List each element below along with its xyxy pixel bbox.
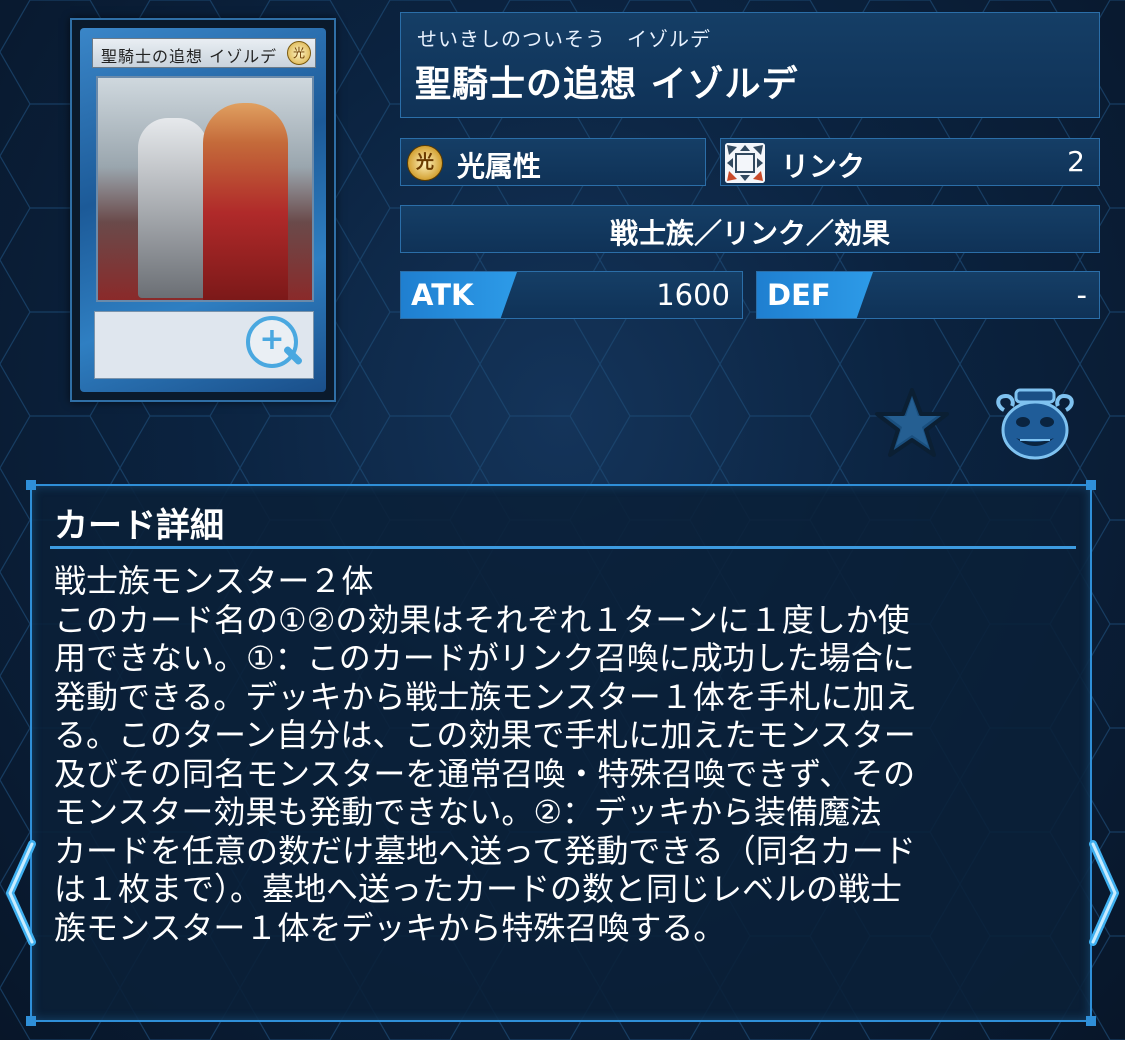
def-value: -	[1076, 278, 1087, 312]
detail-line: 族モンスター１体をデッキから特殊召喚する。	[54, 908, 726, 947]
zoom-in-icon[interactable]: +	[246, 316, 298, 368]
card-image[interactable]: 聖騎士の追想 イゾルデ 光 +	[70, 18, 336, 402]
def-label: DEF	[767, 278, 831, 312]
detail-line: モンスター効果も発動できない。②：デッキから装備魔法	[54, 793, 883, 831]
detail-corner-br	[1086, 1016, 1096, 1026]
atk-label: ATK	[411, 278, 474, 312]
link-panel: リンク 2	[720, 138, 1100, 186]
star-icon[interactable]	[874, 386, 950, 458]
card-name: 聖騎士の追想 イゾルデ	[415, 64, 799, 105]
detail-line: 発動できる。デッキから戦士族モンスター１体を手札に加え	[54, 677, 917, 716]
detail-line: る。このターン自分は、この効果で手札に加えたモンスター	[54, 716, 916, 754]
detail-line: は１枚まで）。墓地へ送ったカードの数と同じレベルの戦士	[54, 870, 903, 908]
detail-divider	[50, 546, 1076, 549]
atk-tag: ATK	[401, 272, 517, 318]
card-detail-panel: カード詳細 戦士族モンスター２体 このカード名の①②の効果はそれぞれ１ターンに１…	[26, 480, 1096, 1026]
detail-line: このカード名の①②の効果はそれぞれ１ターンに１度しか使	[54, 600, 910, 639]
card-ruby: せいきしのついそう イゾルデ	[417, 27, 711, 51]
detail-line: 用できない。①：このカードがリンク召喚に成功した場合に	[54, 639, 915, 677]
detail-line: カードを任意の数だけ墓地へ送って発動できる（同名カード	[54, 831, 916, 870]
card-image-attribute-icon: 光	[287, 41, 311, 65]
artwork-figure-right	[203, 103, 288, 300]
card-image-name: 聖騎士の追想 イゾルデ	[101, 47, 278, 66]
detail-corner-bl	[26, 1016, 36, 1026]
pot-of-greed-icon[interactable]	[994, 384, 1076, 462]
attribute-label: 光属性	[457, 150, 542, 183]
atk-panel: ATK 1600	[400, 271, 743, 319]
card-image-name-bar: 聖騎士の追想 イゾルデ 光	[92, 38, 316, 68]
chevron-right-icon[interactable]	[1083, 838, 1123, 948]
atk-value: 1600	[656, 278, 730, 312]
detail-text: 戦士族モンスター２体 このカード名の①②の効果はそれぞれ１ターンに１度しか使 用…	[54, 562, 1074, 947]
card-artwork	[96, 76, 314, 302]
chevron-left-icon[interactable]	[2, 838, 42, 948]
type-line: 戦士族／リンク／効果	[609, 217, 890, 250]
def-panel: DEF -	[756, 271, 1100, 319]
link-label: リンク	[781, 150, 866, 183]
card-title-panel: せいきしのついそう イゾルデ 聖騎士の追想 イゾルデ	[400, 12, 1100, 118]
detail-line: 及びその同名モンスターを通常召喚・特殊召喚できず、その	[54, 754, 916, 793]
light-attribute-icon: 光	[407, 145, 443, 181]
detail-corner-tr	[1086, 480, 1096, 490]
attribute-panel: 光 光属性	[400, 138, 706, 186]
link-value: 2	[1067, 145, 1085, 178]
link-arrows-icon	[725, 143, 765, 183]
detail-corner-tl	[26, 480, 36, 490]
type-panel: 戦士族／リンク／効果	[400, 205, 1100, 253]
detail-heading: カード詳細	[54, 506, 224, 546]
artwork-figure-left	[138, 118, 208, 298]
detail-line: 戦士族モンスター２体	[54, 562, 374, 600]
def-tag: DEF	[757, 272, 873, 318]
